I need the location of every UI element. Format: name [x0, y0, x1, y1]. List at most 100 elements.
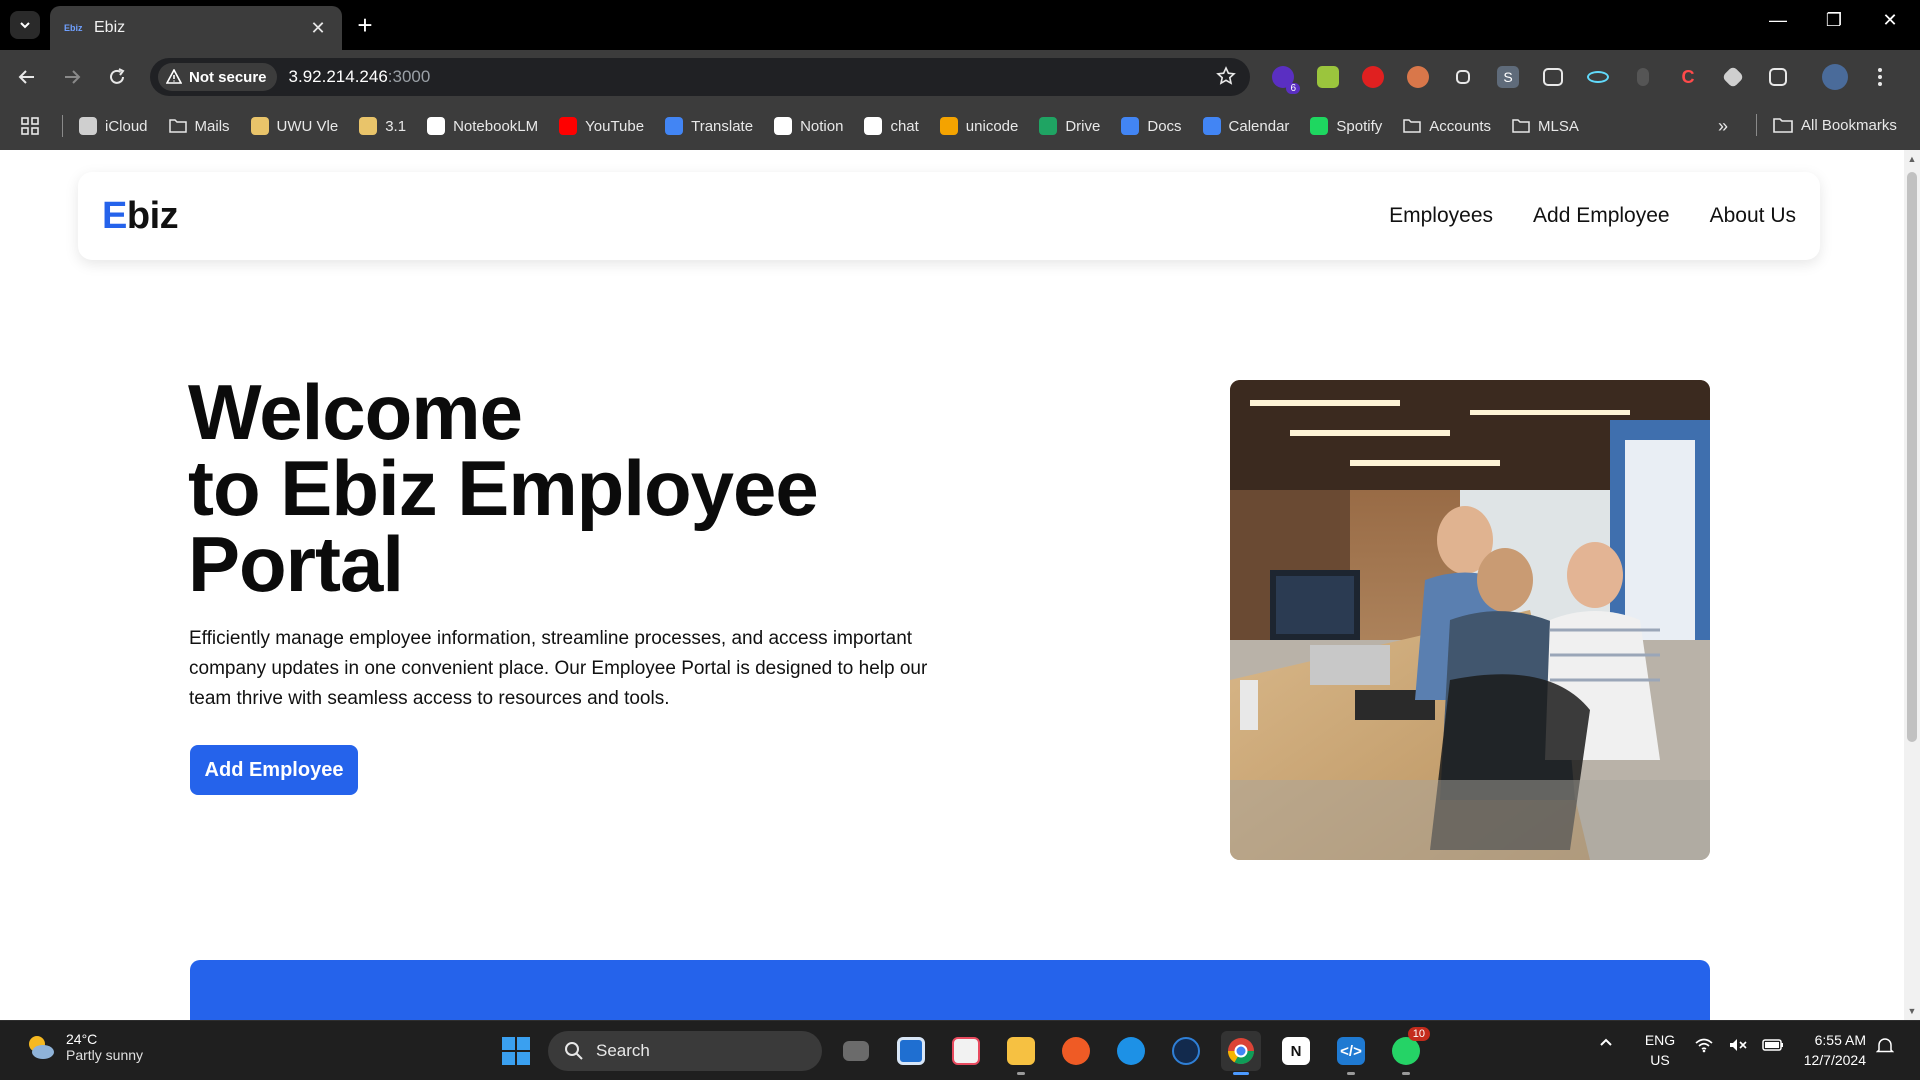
bookmark-mails[interactable]: Mails: [168, 117, 230, 135]
partly-sunny-icon: [29, 1036, 54, 1059]
bookmark-label: YouTube: [585, 117, 645, 135]
weather-temperature: 24°C: [66, 1031, 98, 1047]
bookmark-translate[interactable]: Translate: [665, 117, 753, 135]
language-indicator[interactable]: ENG US: [1642, 1030, 1678, 1070]
whatsapp-badge: 10: [1407, 1027, 1430, 1041]
scroll-up-icon[interactable]: ▲: [1907, 154, 1917, 164]
tab-title: Ebiz: [94, 19, 126, 36]
all-bookmarks-button[interactable]: All Bookmarks: [1756, 114, 1897, 136]
apps-grid-icon[interactable]: [20, 114, 44, 138]
ebiz-favicon: Ebiz: [64, 23, 83, 33]
file-explorer-icon[interactable]: [1001, 1031, 1041, 1075]
docker-icon[interactable]: [1111, 1031, 1151, 1071]
chevron-up-icon: [1600, 1038, 1612, 1046]
bookmark-drive[interactable]: Drive: [1039, 117, 1100, 135]
nav-employees-link[interactable]: Employees: [1389, 204, 1493, 228]
hero-title: Welcome to Ebiz Employee Portal: [188, 368, 819, 608]
new-tab-button[interactable]: +: [352, 12, 378, 38]
notebooklm-icon: [427, 117, 446, 135]
folder-icon: [1512, 117, 1530, 135]
calendar-icon: [1202, 117, 1221, 135]
bookmark-youtube[interactable]: YouTube: [559, 117, 644, 135]
postman-icon[interactable]: [1056, 1031, 1096, 1071]
bookmark-chat[interactable]: chat: [864, 117, 919, 135]
bookmark-spotify[interactable]: Spotify: [1310, 117, 1382, 135]
browser-tab-ebiz[interactable]: Ebiz Ebiz ✕: [50, 6, 342, 50]
bookmark-notebooklm[interactable]: NotebookLM: [427, 117, 538, 135]
wifi-icon: [1694, 1037, 1714, 1058]
bookmark-label: Drive: [1065, 117, 1101, 135]
chrome-icon[interactable]: [1221, 1031, 1261, 1075]
address-bar[interactable]: Not secure 3.92.214.246:3000: [150, 58, 1250, 96]
ebiz-logo[interactable]: Ebiz: [102, 195, 179, 238]
spotify-icon: [1310, 117, 1329, 135]
unicode-icon: [939, 117, 958, 135]
bookmark-docs[interactable]: Docs: [1121, 117, 1182, 135]
add-employee-button[interactable]: Add Employee: [190, 745, 358, 795]
feature-banner: [190, 960, 1710, 1020]
translate-icon: [665, 117, 684, 135]
bookmark-mlsa[interactable]: MLSA: [1512, 117, 1579, 135]
minimize-icon[interactable]: —: [1760, 10, 1796, 31]
forward-icon[interactable]: [57, 62, 87, 92]
extension-image-icon[interactable]: [1538, 62, 1568, 92]
folder-icon: [1773, 118, 1793, 133]
window-close-icon[interactable]: ✕: [1872, 10, 1908, 31]
bookmark-icloud[interactable]: iCloud: [79, 117, 148, 135]
page-scrollbar[interactable]: ▲ ▼: [1904, 150, 1920, 1020]
bookmark-label: iCloud: [105, 117, 148, 135]
copilot-icon[interactable]: [1166, 1031, 1206, 1071]
bookmark-notion[interactable]: Notion: [774, 117, 843, 135]
clock-date: 12/7/2024: [1803, 1052, 1866, 1068]
weather-condition: Partly sunny: [66, 1047, 144, 1063]
nav-about-us-link[interactable]: About Us: [1710, 204, 1796, 228]
tab-search-button[interactable]: [10, 11, 40, 39]
extension-eyedropper-icon[interactable]: [1448, 62, 1478, 92]
chrome-menu-icon[interactable]: [1865, 62, 1895, 92]
weather-widget[interactable]: 24°C Partly sunny: [24, 1031, 143, 1063]
reload-icon[interactable]: [102, 62, 132, 92]
hero-description: Efficiently manage employee information,…: [189, 628, 928, 709]
notion-app-icon[interactable]: N: [1276, 1031, 1316, 1071]
profile-avatar[interactable]: [1820, 62, 1850, 92]
more-bookmarks-icon[interactable]: »: [1718, 116, 1728, 137]
snipping-tool-icon[interactable]: [946, 1031, 986, 1071]
extension-s-icon[interactable]: S: [1493, 62, 1523, 92]
scroll-down-icon[interactable]: ▼: [1907, 1006, 1917, 1016]
scrollbar-thumb[interactable]: [1907, 172, 1917, 742]
whatsapp-icon[interactable]: 10: [1386, 1027, 1430, 1075]
vscode-icon[interactable]: </>: [1331, 1031, 1371, 1075]
task-view-icon[interactable]: [836, 1031, 876, 1071]
extension-mouse-icon[interactable]: [1628, 62, 1658, 92]
tab-close-icon[interactable]: ✕: [308, 18, 328, 39]
bookmark-unicode[interactable]: unicode: [939, 117, 1018, 135]
url-text[interactable]: 3.92.214.246:3000: [289, 67, 431, 87]
security-indicator[interactable]: Not secure: [158, 63, 277, 91]
extensions-puzzle-icon[interactable]: [1763, 62, 1793, 92]
extension-hand-icon[interactable]: [1358, 62, 1388, 92]
nav-add-employee-link[interactable]: Add Employee: [1533, 204, 1670, 228]
extension-hexagon-icon[interactable]: 6: [1268, 62, 1300, 94]
restore-icon[interactable]: ❐: [1816, 10, 1852, 31]
bookmark-calendar[interactable]: Calendar: [1202, 117, 1290, 135]
system-tray[interactable]: [1694, 1037, 1798, 1058]
extension-cookie-icon[interactable]: [1403, 62, 1433, 92]
extension-react-icon[interactable]: [1583, 62, 1613, 92]
bookmark-accounts[interactable]: Accounts: [1403, 117, 1491, 135]
bookmark-label: Calendar: [1228, 117, 1290, 135]
bookmark-3-1[interactable]: 3.1: [359, 117, 406, 135]
notifications-icon[interactable]: [1875, 1037, 1895, 1060]
back-icon[interactable]: [12, 62, 42, 92]
bookmark-label: NotebookLM: [453, 117, 539, 135]
bookmarks-bar: iCloud Mails UWU Vle 3.1 NotebookLM YouTube Tr…: [0, 102, 1920, 150]
extension-c-icon[interactable]: C: [1673, 62, 1703, 92]
bookmark-label: Translate: [691, 117, 754, 135]
windows-start-icon[interactable]: [500, 1035, 532, 1067]
widgets-icon[interactable]: [891, 1031, 931, 1071]
extension-monitor-icon[interactable]: [1313, 62, 1343, 92]
bookmark-uwu-vle[interactable]: UWU Vle: [250, 117, 338, 135]
extension-diamond-icon[interactable]: [1718, 62, 1748, 92]
taskbar-search[interactable]: Search: [548, 1031, 822, 1071]
taskbar-clock[interactable]: 6:55 AM 12/7/2024: [1790, 1030, 1866, 1070]
bookmark-star-icon[interactable]: [1216, 66, 1236, 91]
